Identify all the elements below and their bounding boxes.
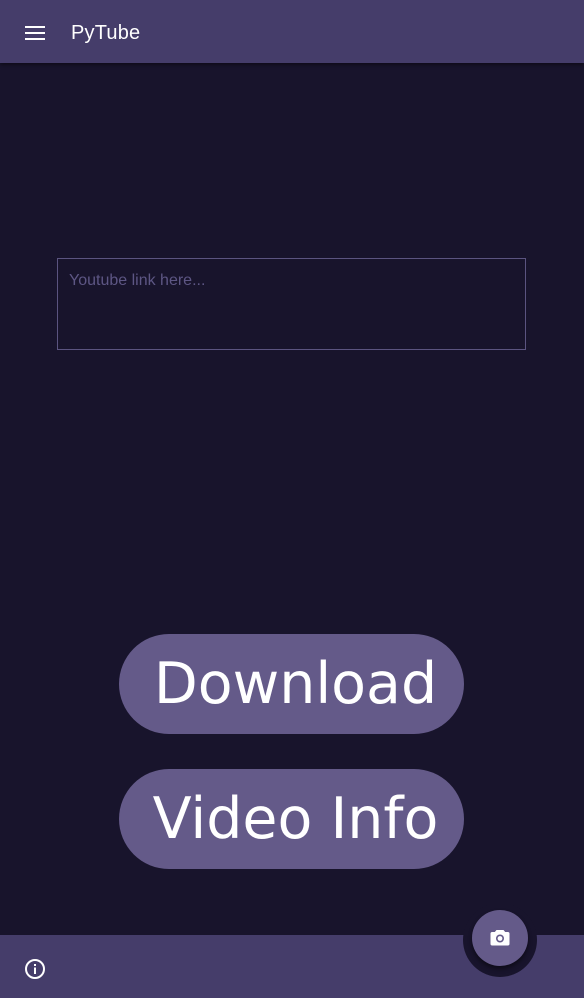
youtube-link-field[interactable]: [57, 258, 526, 350]
info-icon: [25, 959, 45, 979]
video-info-button[interactable]: Video Info: [119, 769, 464, 869]
app-title: PyTube: [71, 22, 141, 44]
camera-icon: [490, 930, 510, 946]
about-button[interactable]: [14, 948, 56, 990]
menu-button[interactable]: [14, 13, 56, 53]
top-app-bar: PyTube: [0, 0, 584, 63]
menu-icon: [25, 26, 45, 40]
download-button[interactable]: Download: [119, 634, 464, 734]
camera-fab[interactable]: [472, 910, 528, 966]
youtube-link-input[interactable]: [58, 259, 525, 349]
app-window: PyTube Download Video Info: [0, 0, 584, 998]
